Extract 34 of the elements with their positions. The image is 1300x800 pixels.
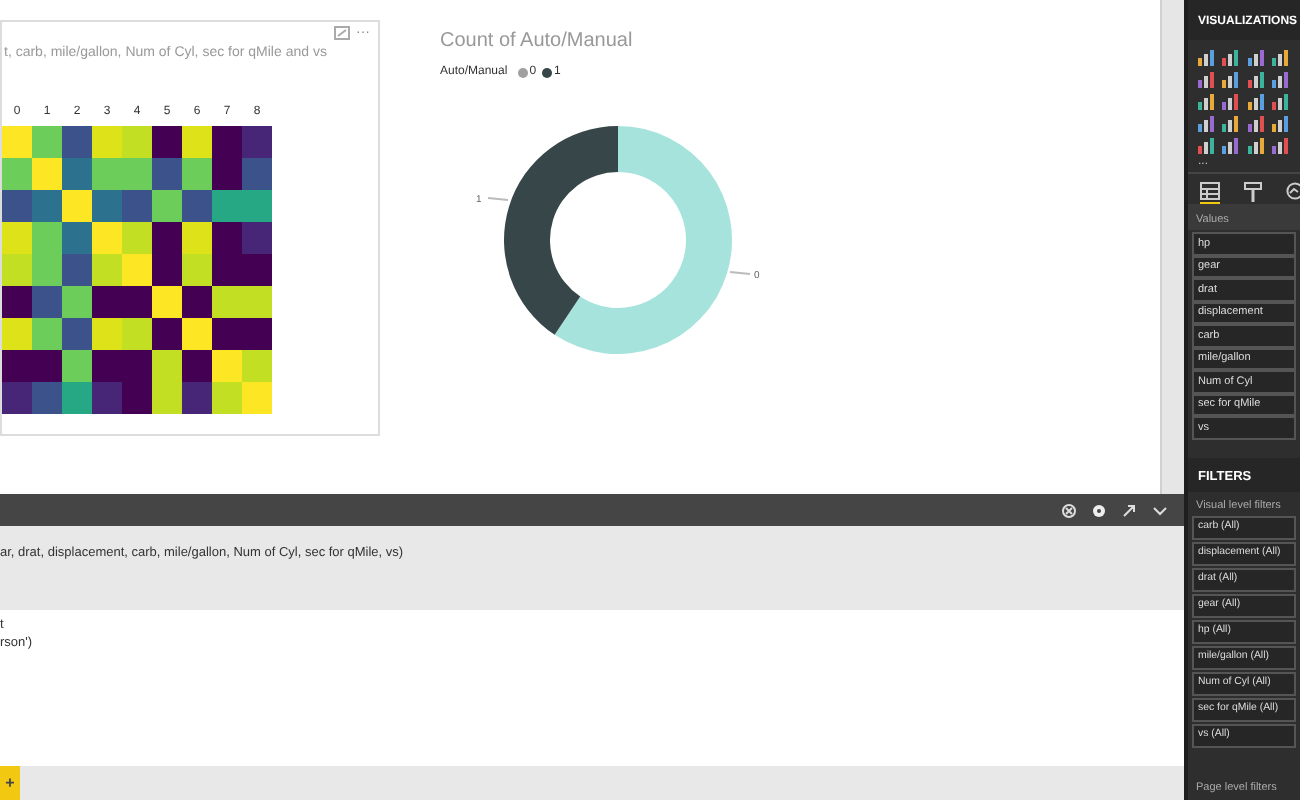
chart-type-icon[interactable]	[1222, 50, 1239, 66]
chart-type-icon[interactable]	[1198, 94, 1214, 110]
pane-tab[interactable]	[1286, 182, 1300, 206]
chart-type-icon[interactable]	[1247, 116, 1263, 132]
chart-type-icon[interactable]	[1222, 116, 1239, 132]
chart-type-icon[interactable]	[1271, 116, 1288, 132]
paint-roller-icon	[1244, 182, 1262, 202]
chart-type-icon[interactable]	[1222, 94, 1239, 110]
chart-type-icon[interactable]	[1198, 116, 1214, 132]
chart-type-icon[interactable]	[1271, 50, 1288, 66]
chart-type-icon[interactable]	[1247, 50, 1263, 66]
chart-type-icon[interactable]	[1198, 72, 1214, 88]
chart-type-icon[interactable]	[1271, 94, 1288, 110]
scrollbar[interactable]	[1160, 0, 1184, 494]
chart-type-icon[interactable]	[1198, 138, 1214, 154]
chart-type-icon[interactable]	[1198, 50, 1214, 66]
pane-tab[interactable]	[1244, 182, 1262, 206]
close-icon[interactable]	[1062, 503, 1076, 517]
chart-type-icon[interactable]	[1271, 138, 1288, 154]
chart-type-icon[interactable]	[1247, 72, 1263, 88]
donut-slice[interactable]	[504, 126, 618, 335]
donut-slice[interactable]	[554, 126, 732, 354]
add-page-button[interactable]: +	[0, 766, 20, 800]
chart-type-icon[interactable]	[1271, 72, 1288, 88]
chart-type-icon[interactable]	[1222, 72, 1239, 88]
chart-type-icon[interactable]	[1222, 138, 1239, 154]
chart-title: Count of Auto/Manual	[440, 28, 635, 56]
chevron-down-icon[interactable]	[1152, 505, 1168, 515]
table-icon	[1200, 182, 1220, 200]
diagonal-arrow-icon[interactable]	[1122, 503, 1136, 517]
chart-type-icon[interactable]	[1247, 94, 1263, 110]
leader-line	[729, 271, 751, 275]
chart-type-icon[interactable]	[1247, 138, 1263, 154]
leader-line	[487, 197, 509, 201]
